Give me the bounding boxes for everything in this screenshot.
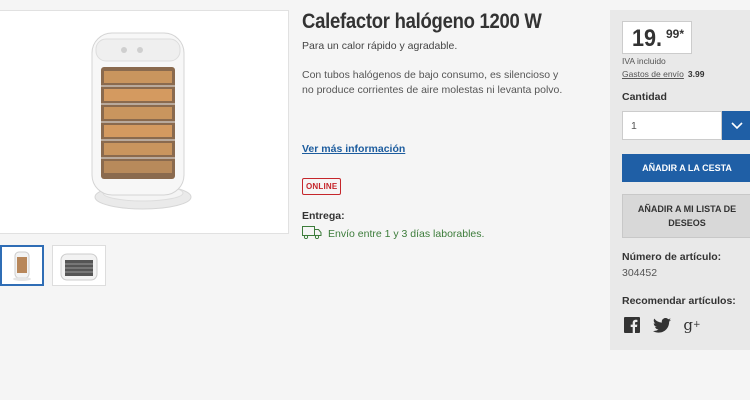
delivery-text: Envío entre 1 y 3 días laborables. — [328, 228, 485, 240]
truck-icon — [302, 226, 322, 242]
facebook-icon[interactable] — [622, 316, 642, 334]
quantity-label: Cantidad — [622, 91, 667, 103]
shipping-value: 3.99 — [687, 69, 705, 79]
product-subtitle: Para un calor rápido y agradable. — [302, 40, 458, 52]
google-plus-icon[interactable]: g + — [682, 316, 702, 334]
quantity-select[interactable]: 1 — [622, 111, 722, 140]
product-main-image[interactable] — [0, 10, 289, 234]
thumbnail-strip — [0, 245, 106, 286]
purchase-panel: 19. 99* IVA incluido Gastos de envío 3.99… — [610, 10, 750, 350]
quantity-dropdown-button[interactable] — [722, 111, 750, 140]
delivery-info: Envío entre 1 y 3 días laborables. — [302, 226, 484, 242]
article-number: 304452 — [622, 267, 658, 279]
chevron-down-icon — [731, 117, 743, 135]
product-info: Calefactor halógeno 1200 W Para un calor… — [302, 10, 592, 240]
more-info-link[interactable]: Ver más información — [302, 143, 405, 155]
recommend-label: Recomendar artículos: — [622, 295, 736, 307]
online-badge: ONLINE — [302, 178, 342, 195]
thumbnail-angle[interactable] — [52, 245, 106, 286]
shipping-link[interactable]: Gastos de envío — [622, 69, 684, 79]
delivery-label: Entrega: — [302, 210, 345, 222]
twitter-icon[interactable] — [652, 316, 672, 334]
add-to-cart-button[interactable]: AÑADIR A LA CESTA — [622, 154, 750, 182]
add-to-wishlist-button[interactable]: AÑADIR A MI LISTA DE DESEOS — [622, 194, 750, 238]
thumbnail-front[interactable] — [0, 245, 44, 286]
product-description: Con tubos halógenos de bajo consumo, es … — [302, 69, 563, 96]
heater-image — [91, 32, 192, 210]
price-integer: 19. — [632, 25, 663, 52]
social-share: g + — [622, 316, 702, 334]
article-number-label: Número de artículo: — [622, 251, 722, 263]
product-title: Calefactor halógeno 1200 W — [302, 10, 542, 33]
shipping-cost: Gastos de envío 3.99 — [622, 69, 704, 79]
price-box: 19. 99* — [622, 21, 692, 54]
vat-note: IVA incluido — [622, 56, 666, 66]
price-decimal: 99* — [666, 27, 685, 41]
